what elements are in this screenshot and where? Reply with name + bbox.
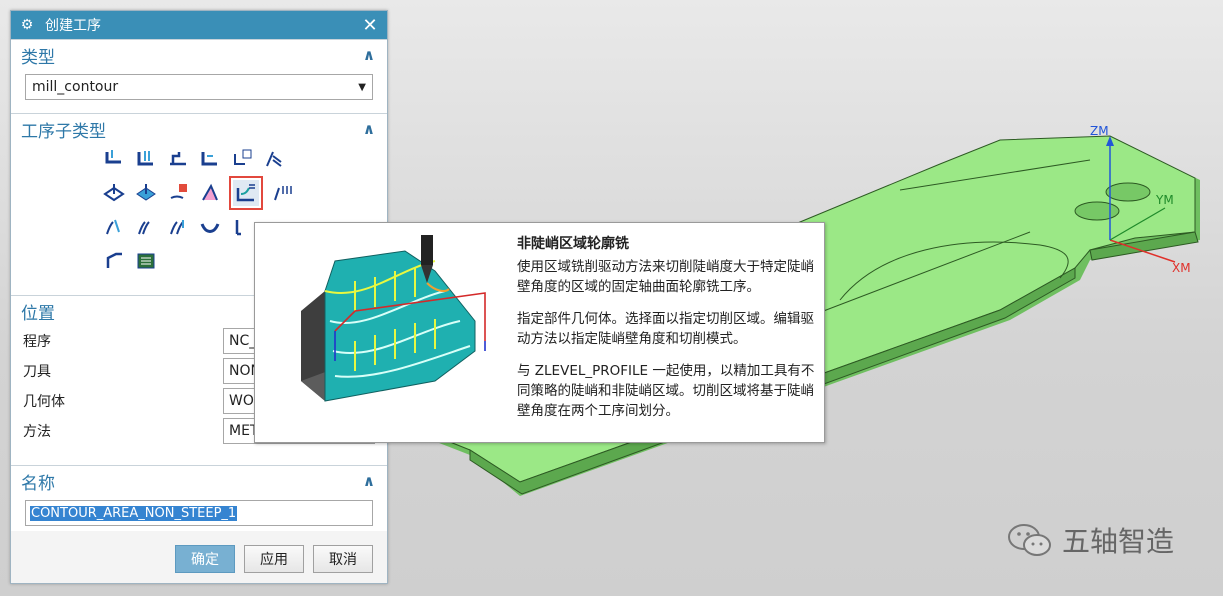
cancel-button[interactable]: 取消 [313,545,373,573]
flowcut-multiple-icon[interactable] [133,214,159,240]
operation-name-input[interactable]: CONTOUR_AREA_NON_STEEP_1 [25,500,373,526]
plunge-mill-icon[interactable] [165,146,191,172]
type-group: 类型 ∧ mill_contour ▼ [11,39,387,113]
tool-label: 刀具 [23,364,51,380]
mill-user-icon[interactable] [133,248,159,274]
tooltip-body: 使用区域铣削驱动方法来切削陡峭度大于特定陡峭壁角度的区域的固定轴曲面轮廓铣工序。… [517,257,819,433]
fixed-contour-icon[interactable] [101,180,127,206]
contour-surface-area-icon[interactable] [165,180,191,206]
rest-mill-icon[interactable] [229,146,255,172]
type-dropdown-value: mill_contour [32,79,119,95]
wechat-icon [1008,524,1051,556]
ok-button[interactable]: 确定 [175,545,235,573]
geometry-label: 几何体 [23,394,65,410]
subtype-group-header[interactable]: 工序子类型 ∧ [11,114,387,144]
subtype-group-label: 工序子类型 [21,121,106,142]
flowcut-smooth-icon[interactable] [197,214,223,240]
tooltip-paragraph: 指定部件几何体。选择面以指定切削区域。编辑驱动方法以指定陡峭壁角度和切削模式。 [517,311,814,347]
collapse-caret-icon[interactable]: ∧ [361,472,377,490]
contour-area-icon[interactable] [133,180,159,206]
tooltip-paragraph: 使用区域铣削驱动方法来切削陡峭度大于特定陡峭壁角度的区域的固定轴曲面轮廓铣工序。 [517,259,814,295]
profile-3d-icon[interactable] [101,248,127,274]
location-group-label: 位置 [21,303,55,324]
dropdown-arrow-icon[interactable]: ▼ [358,82,366,93]
contour-area-non-steep-icon[interactable] [229,176,263,210]
cavity-mill-icon[interactable] [101,146,127,172]
apply-button[interactable]: 应用 [244,545,304,573]
tooltip-paragraph: 与 ZLEVEL_PROFILE 一起使用，以精加工具有不同策略的陡峭和非陡峭区… [517,363,815,419]
dialog-title: 创建工序 [45,18,101,34]
close-icon[interactable]: ✕ [361,15,379,36]
corner-rough-icon[interactable] [197,146,223,172]
dialog-titlebar[interactable]: ⚙ 创建工序 ✕ [11,11,387,39]
flowcut-ref-tool-icon[interactable] [165,214,191,240]
adaptive-mill-icon[interactable] [133,146,159,172]
axis-label-x: XM [1172,261,1191,275]
watermark: 五轴智造 [1006,520,1174,560]
dialog-buttons: 确定 应用 取消 [11,545,387,573]
axis-label-z: ZM [1090,124,1109,138]
type-group-header[interactable]: 类型 ∧ [11,40,387,70]
contour-area-dir-steep-icon[interactable] [269,180,295,206]
streamline-icon[interactable] [197,180,223,206]
solid-profile-3d-icon[interactable] [229,214,255,240]
name-group-label: 名称 [21,473,55,494]
contour-area-illustration [301,235,486,402]
program-label: 程序 [23,334,51,350]
collapse-caret-icon[interactable]: ∧ [361,120,377,138]
name-group-header[interactable]: 名称 ∧ [11,466,387,496]
gear-icon[interactable]: ⚙ [19,17,35,33]
operation-name-text: CONTOUR_AREA_NON_STEEP_1 [30,505,238,521]
flowcut-single-icon[interactable] [101,214,127,240]
collapse-caret-icon[interactable]: ∧ [361,46,377,64]
method-label: 方法 [23,424,51,440]
type-group-label: 类型 [21,47,55,68]
name-group: 名称 ∧ CONTOUR_AREA_NON_STEEP_1 [11,465,387,531]
zlevel-profile-icon[interactable] [261,146,287,172]
operation-tooltip: 非陡峭区域轮廓铣 使用区域铣削驱动方法来切削陡峭度大于特定陡峭壁角度的区域的固定… [254,222,825,443]
watermark-text: 五轴智造 [1062,525,1175,558]
tooltip-title: 非陡峭区域轮廓铣 [517,236,629,252]
axis-label-y: YM [1155,193,1174,207]
type-dropdown[interactable]: mill_contour ▼ [25,74,373,100]
